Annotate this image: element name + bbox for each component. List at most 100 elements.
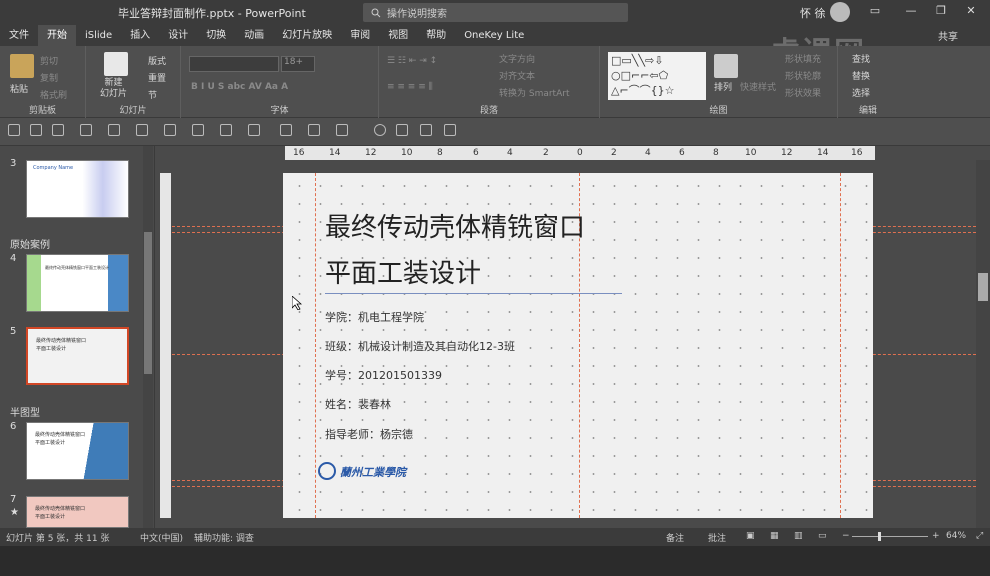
- tab-islide[interactable]: iSlide: [76, 25, 121, 46]
- qat-tool-icon[interactable]: [164, 124, 176, 136]
- slideshow-icon[interactable]: ▭: [818, 531, 827, 541]
- tab-design[interactable]: 设计: [159, 25, 197, 46]
- title-underline[interactable]: [325, 293, 622, 294]
- slide-sorter-icon[interactable]: ▦: [770, 531, 779, 541]
- cut-button[interactable]: 剪切: [40, 54, 58, 67]
- format-painter-button[interactable]: 格式刷: [40, 88, 67, 101]
- student-id-field[interactable]: 学号：201201501339: [325, 367, 442, 383]
- qat-tool-icon[interactable]: [108, 124, 120, 136]
- close-icon[interactable]: ✕: [964, 4, 978, 18]
- bold-icon[interactable]: B I U S abc AV Aa A: [191, 82, 288, 92]
- notes-button[interactable]: 备注: [666, 531, 684, 544]
- zoom-slider[interactable]: [852, 536, 928, 537]
- new-slide-icon[interactable]: [104, 52, 128, 76]
- search-box[interactable]: 操作说明搜索: [363, 3, 628, 22]
- qat-tool-icon[interactable]: [30, 124, 42, 136]
- college-field[interactable]: 学院：机电工程学院: [325, 309, 424, 325]
- font-size-field[interactable]: 18+: [281, 56, 315, 72]
- align-text-button[interactable]: 对齐文本: [499, 69, 535, 82]
- shape-outline-button[interactable]: 形状轮廓: [785, 69, 821, 82]
- tab-review[interactable]: 审阅: [341, 25, 379, 46]
- tab-view[interactable]: 视图: [379, 25, 417, 46]
- user-name[interactable]: 怀 徐: [800, 5, 826, 21]
- qat-tool-icon[interactable]: [136, 124, 148, 136]
- tab-help[interactable]: 帮助: [417, 25, 455, 46]
- tab-transitions[interactable]: 切换: [197, 25, 235, 46]
- shapes-gallery[interactable]: □▭╲╲⇨⇩ ○□⌐⌐⇦⬠ △⌐⌒⌒{}☆: [608, 52, 706, 100]
- section-button[interactable]: 节: [148, 88, 157, 101]
- font-name-field[interactable]: [189, 56, 279, 72]
- qat-tool-icon[interactable]: [308, 124, 320, 136]
- slide-thumbnail[interactable]: 最终传动壳体精铣窗口平面工装设计: [26, 254, 129, 312]
- slide-title-line-1[interactable]: 最终传动壳体精铣窗口: [325, 207, 585, 244]
- shape-fill-button[interactable]: 形状填充: [785, 52, 821, 65]
- section-header[interactable]: 原始案例: [10, 236, 50, 251]
- qat-tool-icon[interactable]: [52, 124, 64, 136]
- slide-title-line-2[interactable]: 平面工装设计: [325, 253, 481, 290]
- section-header[interactable]: 半图型: [10, 404, 40, 419]
- arrange-button[interactable]: 排列: [714, 80, 732, 93]
- thumbnail-scrollbar[interactable]: [143, 146, 153, 528]
- class-field[interactable]: 班级：机械设计制造及其自动化12-3班: [325, 338, 515, 354]
- tab-slideshow[interactable]: 幻灯片放映: [273, 25, 341, 46]
- zoom-level[interactable]: 64%: [946, 531, 966, 541]
- university-logo[interactable]: 蘭州工業學院: [318, 462, 418, 482]
- qat-tool-icon[interactable]: [248, 124, 260, 136]
- tab-file[interactable]: 文件: [0, 25, 38, 46]
- qat-tool-icon[interactable]: [396, 124, 408, 136]
- list-icons[interactable]: ☰ ☷ ⇤ ⇥ ↕: [387, 56, 437, 66]
- paste-icon[interactable]: [10, 54, 34, 78]
- slide-thumbnail[interactable]: Company Name: [26, 160, 129, 218]
- quick-styles-button[interactable]: 快速样式: [740, 80, 776, 93]
- align-icons[interactable]: ≡ ≡ ≡ ≡ ⫼: [387, 82, 433, 92]
- shape-effects-button[interactable]: 形状效果: [785, 86, 821, 99]
- ribbon-display-icon[interactable]: ▭: [868, 4, 882, 18]
- find-button[interactable]: 查找: [852, 52, 870, 65]
- arrange-icon[interactable]: [714, 54, 738, 78]
- zoom-in-icon[interactable]: +: [932, 531, 940, 541]
- guide-line[interactable]: [315, 173, 316, 518]
- copy-button[interactable]: 复制: [40, 71, 58, 84]
- text-direction-button[interactable]: 文字方向: [499, 52, 535, 65]
- guide-line[interactable]: [840, 173, 841, 518]
- save-icon[interactable]: [8, 124, 20, 136]
- smartart-button[interactable]: 转换为 SmartArt: [499, 86, 569, 99]
- qat-tool-icon[interactable]: [192, 124, 204, 136]
- qat-tool-icon[interactable]: [444, 124, 456, 136]
- tab-onekey[interactable]: OneKey Lite: [455, 25, 533, 46]
- tab-animations[interactable]: 动画: [235, 25, 273, 46]
- zoom-slider-thumb[interactable]: [878, 532, 881, 541]
- qat-tool-icon[interactable]: [220, 124, 232, 136]
- comments-button[interactable]: 批注: [708, 531, 726, 544]
- normal-view-icon[interactable]: ▣: [746, 531, 755, 541]
- restore-icon[interactable]: ❐: [934, 4, 948, 18]
- layout-button[interactable]: 版式: [148, 54, 166, 67]
- avatar[interactable]: [830, 2, 850, 22]
- accessibility-indicator[interactable]: 辅助功能: 调查: [194, 531, 254, 544]
- share-button[interactable]: 共享: [938, 28, 958, 43]
- new-slide-button[interactable]: 新建 幻灯片: [100, 78, 127, 100]
- replace-button[interactable]: 替换: [852, 69, 870, 82]
- language-indicator[interactable]: 中文(中国): [140, 531, 183, 544]
- qat-tool-icon[interactable]: [336, 124, 348, 136]
- name-field[interactable]: 姓名：裴春林: [325, 396, 391, 412]
- select-button[interactable]: 选择: [852, 86, 870, 99]
- reset-button[interactable]: 重置: [148, 71, 166, 84]
- minimize-icon[interactable]: —: [904, 4, 918, 18]
- advisor-field[interactable]: 指导老师：杨宗德: [325, 426, 413, 442]
- fit-slide-icon[interactable]: ⤢: [976, 531, 983, 541]
- reading-view-icon[interactable]: ▥: [794, 531, 803, 541]
- ruler-tick: 2: [611, 148, 617, 158]
- qat-tool-icon[interactable]: [80, 124, 92, 136]
- slide-thumbnail[interactable]: 最终传动壳体精铣窗口 平面工装设计: [26, 496, 129, 528]
- slide-thumbnail[interactable]: 最终传动壳体精铣窗口 平面工装设计: [26, 422, 129, 480]
- qat-tool-icon[interactable]: [374, 124, 386, 136]
- slide-thumbnail-selected[interactable]: 最终传动壳体精铣窗口 平面工装设计: [26, 327, 129, 385]
- paste-button[interactable]: 粘贴: [10, 82, 28, 95]
- zoom-out-icon[interactable]: −: [842, 531, 850, 541]
- editor-scrollbar[interactable]: [976, 160, 990, 528]
- tab-home[interactable]: 开始: [38, 25, 76, 46]
- qat-tool-icon[interactable]: [420, 124, 432, 136]
- tab-insert[interactable]: 插入: [121, 25, 159, 46]
- qat-tool-icon[interactable]: [280, 124, 292, 136]
